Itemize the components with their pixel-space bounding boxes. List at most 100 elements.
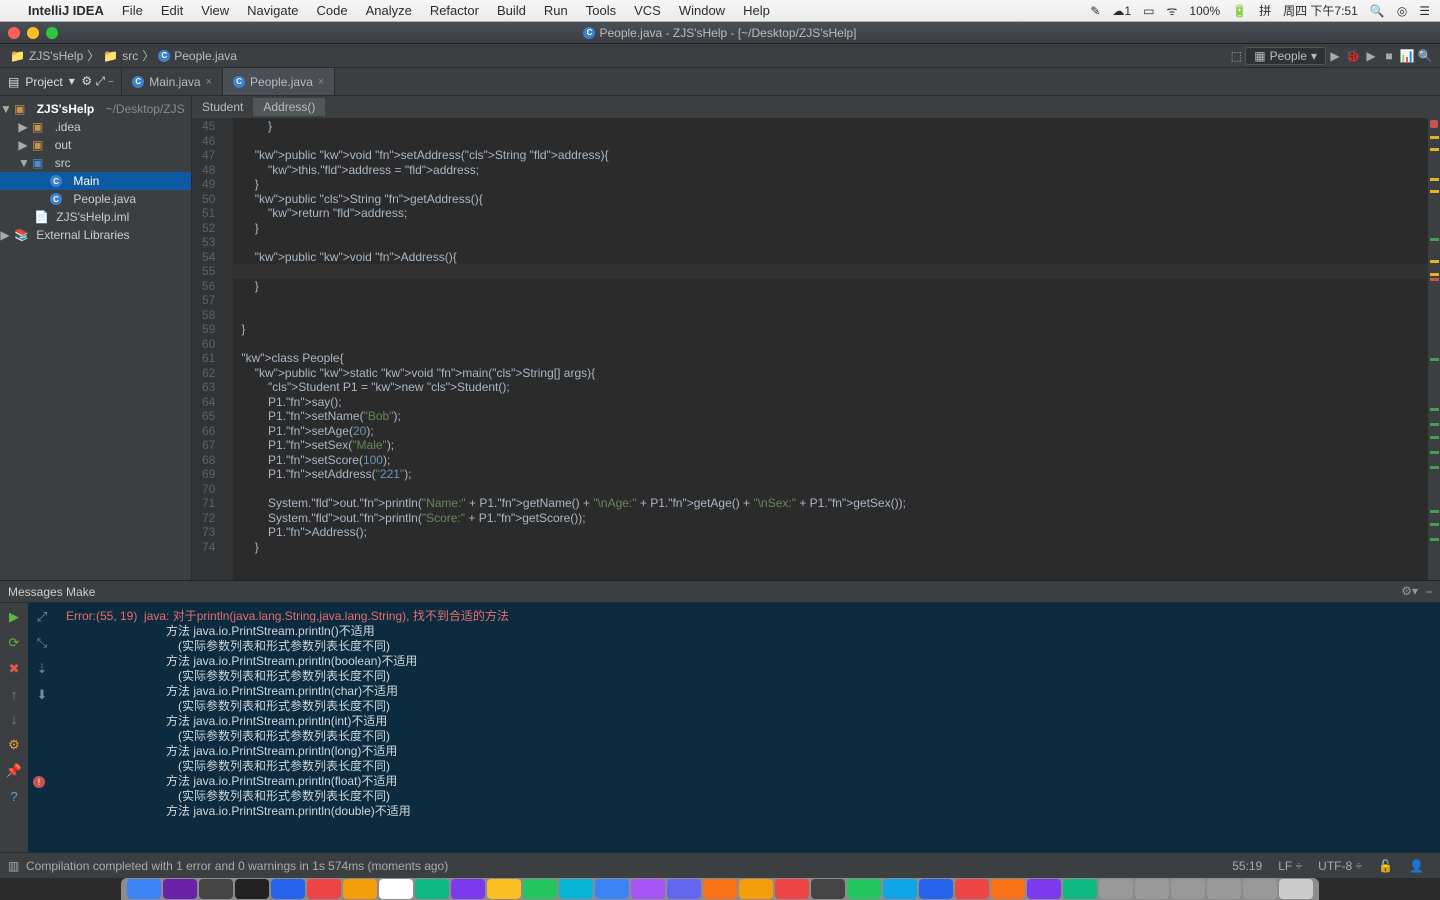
dock-app-icon[interactable] xyxy=(919,879,953,899)
error-marker[interactable] xyxy=(1430,278,1439,281)
read-only-toggle-icon[interactable]: 🔓 xyxy=(1370,859,1401,873)
ok-marker[interactable] xyxy=(1430,423,1439,426)
tools-icon[interactable]: ⚙ xyxy=(8,737,20,753)
dock-app-icon[interactable] xyxy=(127,879,161,899)
status-tool-toggle-icon[interactable]: ▥ xyxy=(8,859,19,873)
tree-main-class[interactable]: C Main xyxy=(0,172,191,190)
up-icon[interactable]: ↑ xyxy=(11,687,18,702)
dock-app-icon[interactable] xyxy=(739,879,773,899)
breadcrumb-root[interactable]: 📁 ZJS'sHelp xyxy=(6,49,87,63)
dock-app-icon[interactable] xyxy=(379,879,413,899)
expand-all-icon[interactable]: ⤢ xyxy=(37,609,47,625)
dock-app-icon[interactable] xyxy=(847,879,881,899)
messages-output[interactable]: Error:(55, 19) java: 对于println(java.lang… xyxy=(56,603,1440,852)
profiler-icon[interactable]: 📊 xyxy=(1398,49,1416,63)
warning-marker[interactable] xyxy=(1430,260,1439,263)
dock-app-icon[interactable] xyxy=(523,879,557,899)
menu-vcs[interactable]: VCS xyxy=(634,3,661,18)
warning-marker[interactable] xyxy=(1430,136,1439,139)
minimize-window-button[interactable] xyxy=(27,27,39,39)
dock-app-icon[interactable] xyxy=(955,879,989,899)
ok-marker[interactable] xyxy=(1430,436,1439,439)
menu-code[interactable]: Code xyxy=(316,3,347,18)
dock-app-icon[interactable] xyxy=(487,879,521,899)
wechat-icon[interactable]: ☁ 1 xyxy=(1112,4,1131,18)
dock-app-icon[interactable] xyxy=(1243,879,1277,899)
ok-marker[interactable] xyxy=(1430,466,1439,469)
tree-idea[interactable]: ▶▣ .idea xyxy=(0,118,191,136)
file-encoding[interactable]: UTF-8 ÷ xyxy=(1310,859,1370,873)
tree-src[interactable]: ▼▣ src xyxy=(0,154,191,172)
tree-iml-file[interactable]: 📄 ZJS'sHelp.iml xyxy=(0,208,191,226)
menu-view[interactable]: View xyxy=(201,3,229,18)
fold-column[interactable] xyxy=(221,118,233,580)
ok-marker[interactable] xyxy=(1430,510,1439,513)
menu-help[interactable]: Help xyxy=(743,3,770,18)
dock-app-icon[interactable] xyxy=(667,879,701,899)
export-icon[interactable]: ⬇ xyxy=(37,687,48,703)
dock-app-icon[interactable] xyxy=(343,879,377,899)
dock-app-icon[interactable] xyxy=(1135,879,1169,899)
dock-app-icon[interactable] xyxy=(163,879,197,899)
ime-indicator[interactable]: 拼 xyxy=(1259,2,1271,19)
close-tab-icon[interactable]: × xyxy=(318,76,324,88)
menubar-clock[interactable]: 周四 下午7:51 xyxy=(1283,2,1358,19)
collapse-all-icon[interactable]: ⤡ xyxy=(37,635,47,651)
error-summary-icon[interactable] xyxy=(1430,120,1438,128)
ok-marker[interactable] xyxy=(1430,408,1439,411)
menu-build[interactable]: Build xyxy=(497,3,526,18)
rerun-icon[interactable]: ▶ xyxy=(9,609,19,625)
ok-marker[interactable] xyxy=(1430,523,1439,526)
inspector-icon[interactable]: 👤 xyxy=(1401,859,1432,873)
dock-app-icon[interactable] xyxy=(595,879,629,899)
project-tool-button[interactable]: ▤ Project ▾ ⚙ ⤢ ⎯ xyxy=(0,68,122,95)
run-config-selector[interactable]: ▦ People ▾ xyxy=(1245,47,1326,65)
dock-app-icon[interactable] xyxy=(559,879,593,899)
error-stripe[interactable] xyxy=(1428,118,1440,580)
dock-app-icon[interactable] xyxy=(199,879,233,899)
warning-marker[interactable] xyxy=(1430,178,1439,181)
tab-main-java[interactable]: CMain.java× xyxy=(122,68,223,95)
dock-app-icon[interactable] xyxy=(415,879,449,899)
dock-app-icon[interactable] xyxy=(1279,879,1313,899)
dock-app-icon[interactable] xyxy=(235,879,269,899)
spotlight-icon[interactable]: 🔍 xyxy=(1370,4,1385,18)
dock-app-icon[interactable] xyxy=(1171,879,1205,899)
menu-edit[interactable]: Edit xyxy=(161,3,183,18)
menu-tools[interactable]: Tools xyxy=(586,3,616,18)
messages-settings-icon[interactable]: ⚙▾ xyxy=(1401,584,1418,599)
notification-center-icon[interactable]: ☰ xyxy=(1419,4,1430,18)
stop-button[interactable]: ■ xyxy=(1380,49,1398,63)
tree-people-class[interactable]: C People.java xyxy=(0,190,191,208)
zoom-window-button[interactable] xyxy=(46,27,58,39)
dock-app-icon[interactable] xyxy=(1099,879,1133,899)
messages-title[interactable]: Messages Make xyxy=(8,585,95,599)
dock-app-icon[interactable] xyxy=(991,879,1025,899)
messages-hide-icon[interactable]: ⎯ xyxy=(1426,584,1432,599)
dock-app-icon[interactable] xyxy=(631,879,665,899)
ok-marker[interactable] xyxy=(1430,451,1439,454)
dock-app-icon[interactable] xyxy=(1063,879,1097,899)
ok-marker[interactable] xyxy=(1430,538,1439,541)
dock-app-icon[interactable] xyxy=(271,879,305,899)
struct-tab-student[interactable]: Student xyxy=(192,98,253,116)
dock-app-icon[interactable] xyxy=(307,879,341,899)
down-icon[interactable]: ↓ xyxy=(11,712,18,727)
tab-people-java[interactable]: CPeople.java× xyxy=(223,68,335,95)
search-everywhere-icon[interactable]: 🔍 xyxy=(1416,49,1434,63)
dock-app-icon[interactable] xyxy=(1027,879,1061,899)
code-editor[interactable]: Student Address() 4546474849505152535455… xyxy=(192,96,1440,580)
pin-icon[interactable]: 📌 xyxy=(6,763,22,779)
debug-button[interactable]: 🐞 xyxy=(1344,49,1362,63)
dock-app-icon[interactable] xyxy=(775,879,809,899)
help-icon[interactable]: ? xyxy=(10,789,17,804)
code-coverage-icon[interactable]: ⬚ xyxy=(1227,49,1245,63)
line-number-gutter[interactable]: 4546474849505152535455565758596061626364… xyxy=(192,118,221,580)
close-window-button[interactable] xyxy=(8,27,20,39)
ok-marker[interactable] xyxy=(1430,358,1439,361)
autoscroll-icon[interactable]: ⇣ xyxy=(37,661,48,677)
dock-app-icon[interactable] xyxy=(1207,879,1241,899)
dock-app-icon[interactable] xyxy=(703,879,737,899)
macos-dock[interactable] xyxy=(0,878,1440,900)
warning-marker[interactable] xyxy=(1430,273,1439,276)
